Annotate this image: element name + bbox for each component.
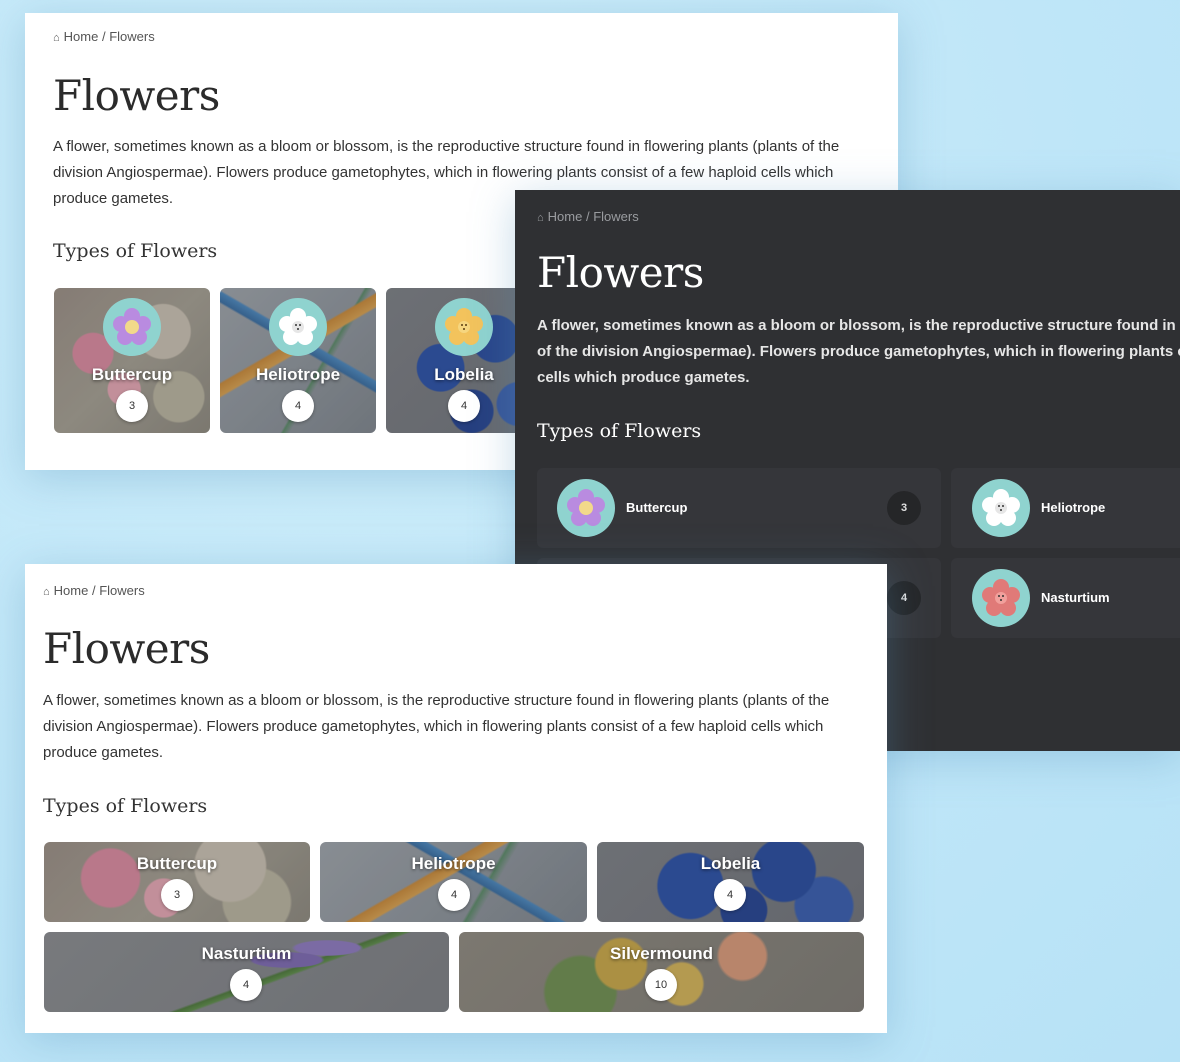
flower-tile-nasturtium[interactable]: Nasturtium 4 xyxy=(44,932,449,1012)
section-title: Types of Flowers xyxy=(53,240,218,262)
breadcrumb-current: Flowers xyxy=(99,583,145,598)
flower-name: Buttercup xyxy=(136,854,218,873)
flower-name: Heliotrope xyxy=(1041,500,1106,515)
flower-name: Nasturtium xyxy=(1041,590,1110,605)
flower-name: Buttercup xyxy=(91,365,173,384)
flower-tile-silvermound[interactable]: Silvermound 10 xyxy=(459,932,864,1012)
flower-tile-buttercup[interactable]: Buttercup 3 xyxy=(54,288,210,433)
count-badge: 3 xyxy=(116,390,148,422)
page-title: Flowers xyxy=(43,624,210,673)
buttercup-flower-icon xyxy=(103,298,161,356)
flower-tile-heliotrope[interactable]: Heliotrope 4 xyxy=(220,288,376,433)
count-badge: 4 xyxy=(282,390,314,422)
flower-name: Heliotrope xyxy=(255,365,341,384)
page-title: Flowers xyxy=(53,71,220,120)
count-badge: 3 xyxy=(887,491,921,525)
nasturtium-flower-icon xyxy=(972,569,1030,627)
breadcrumb-home[interactable]: Home xyxy=(54,583,89,598)
count-badge: 4 xyxy=(438,879,470,911)
flower-name: Silvermound xyxy=(610,944,713,963)
buttercup-flower-icon xyxy=(557,479,615,537)
flower-tile-buttercup[interactable]: Buttercup 3 xyxy=(44,842,310,922)
count-badge: 3 xyxy=(161,879,193,911)
count-badge: 4 xyxy=(887,581,921,615)
heliotrope-flower-icon xyxy=(972,479,1030,537)
page-description: A flower, sometimes known as a bloom or … xyxy=(537,317,1180,386)
count-badge: 10 xyxy=(645,969,677,1001)
breadcrumb-home[interactable]: Home xyxy=(64,29,99,44)
section-title: Types of Flowers xyxy=(43,795,208,817)
flower-tile-lobelia[interactable]: Lobelia 4 xyxy=(597,842,864,922)
count-badge: 4 xyxy=(448,390,480,422)
heliotrope-flower-icon xyxy=(269,298,327,356)
breadcrumb-current: Flowers xyxy=(109,29,155,44)
flower-name: Heliotrope xyxy=(411,854,496,873)
flower-name: Buttercup xyxy=(626,500,688,515)
count-badge: 4 xyxy=(230,969,262,1001)
light-panel-bottom: ⌂ Home / Flowers Flowers A flower, someti… xyxy=(25,564,887,1033)
breadcrumb-separator: / xyxy=(101,29,106,44)
breadcrumb: ⌂ Home / Flowers xyxy=(43,583,145,598)
count-badge: 4 xyxy=(714,879,746,911)
breadcrumb-separator: / xyxy=(91,583,96,598)
flower-card-buttercup[interactable]: Buttercup 3 xyxy=(537,468,941,548)
lobelia-flower-icon xyxy=(435,298,493,356)
flower-card-nasturtium[interactable]: Nasturtium xyxy=(951,558,1180,638)
flower-card-heliotrope[interactable]: Heliotrope xyxy=(951,468,1180,548)
section-title: Types of Flowers xyxy=(537,420,702,442)
home-icon: ⌂ xyxy=(53,32,60,44)
flower-tile-heliotrope[interactable]: Heliotrope 4 xyxy=(320,842,587,922)
home-icon: ⌂ xyxy=(43,586,50,598)
flower-name: Nasturtium xyxy=(201,944,292,963)
page-description: A flower, sometimes known as a bloom or … xyxy=(43,692,830,761)
flower-name: Lobelia xyxy=(700,854,761,873)
breadcrumb: ⌂ Home / Flowers xyxy=(53,29,155,44)
